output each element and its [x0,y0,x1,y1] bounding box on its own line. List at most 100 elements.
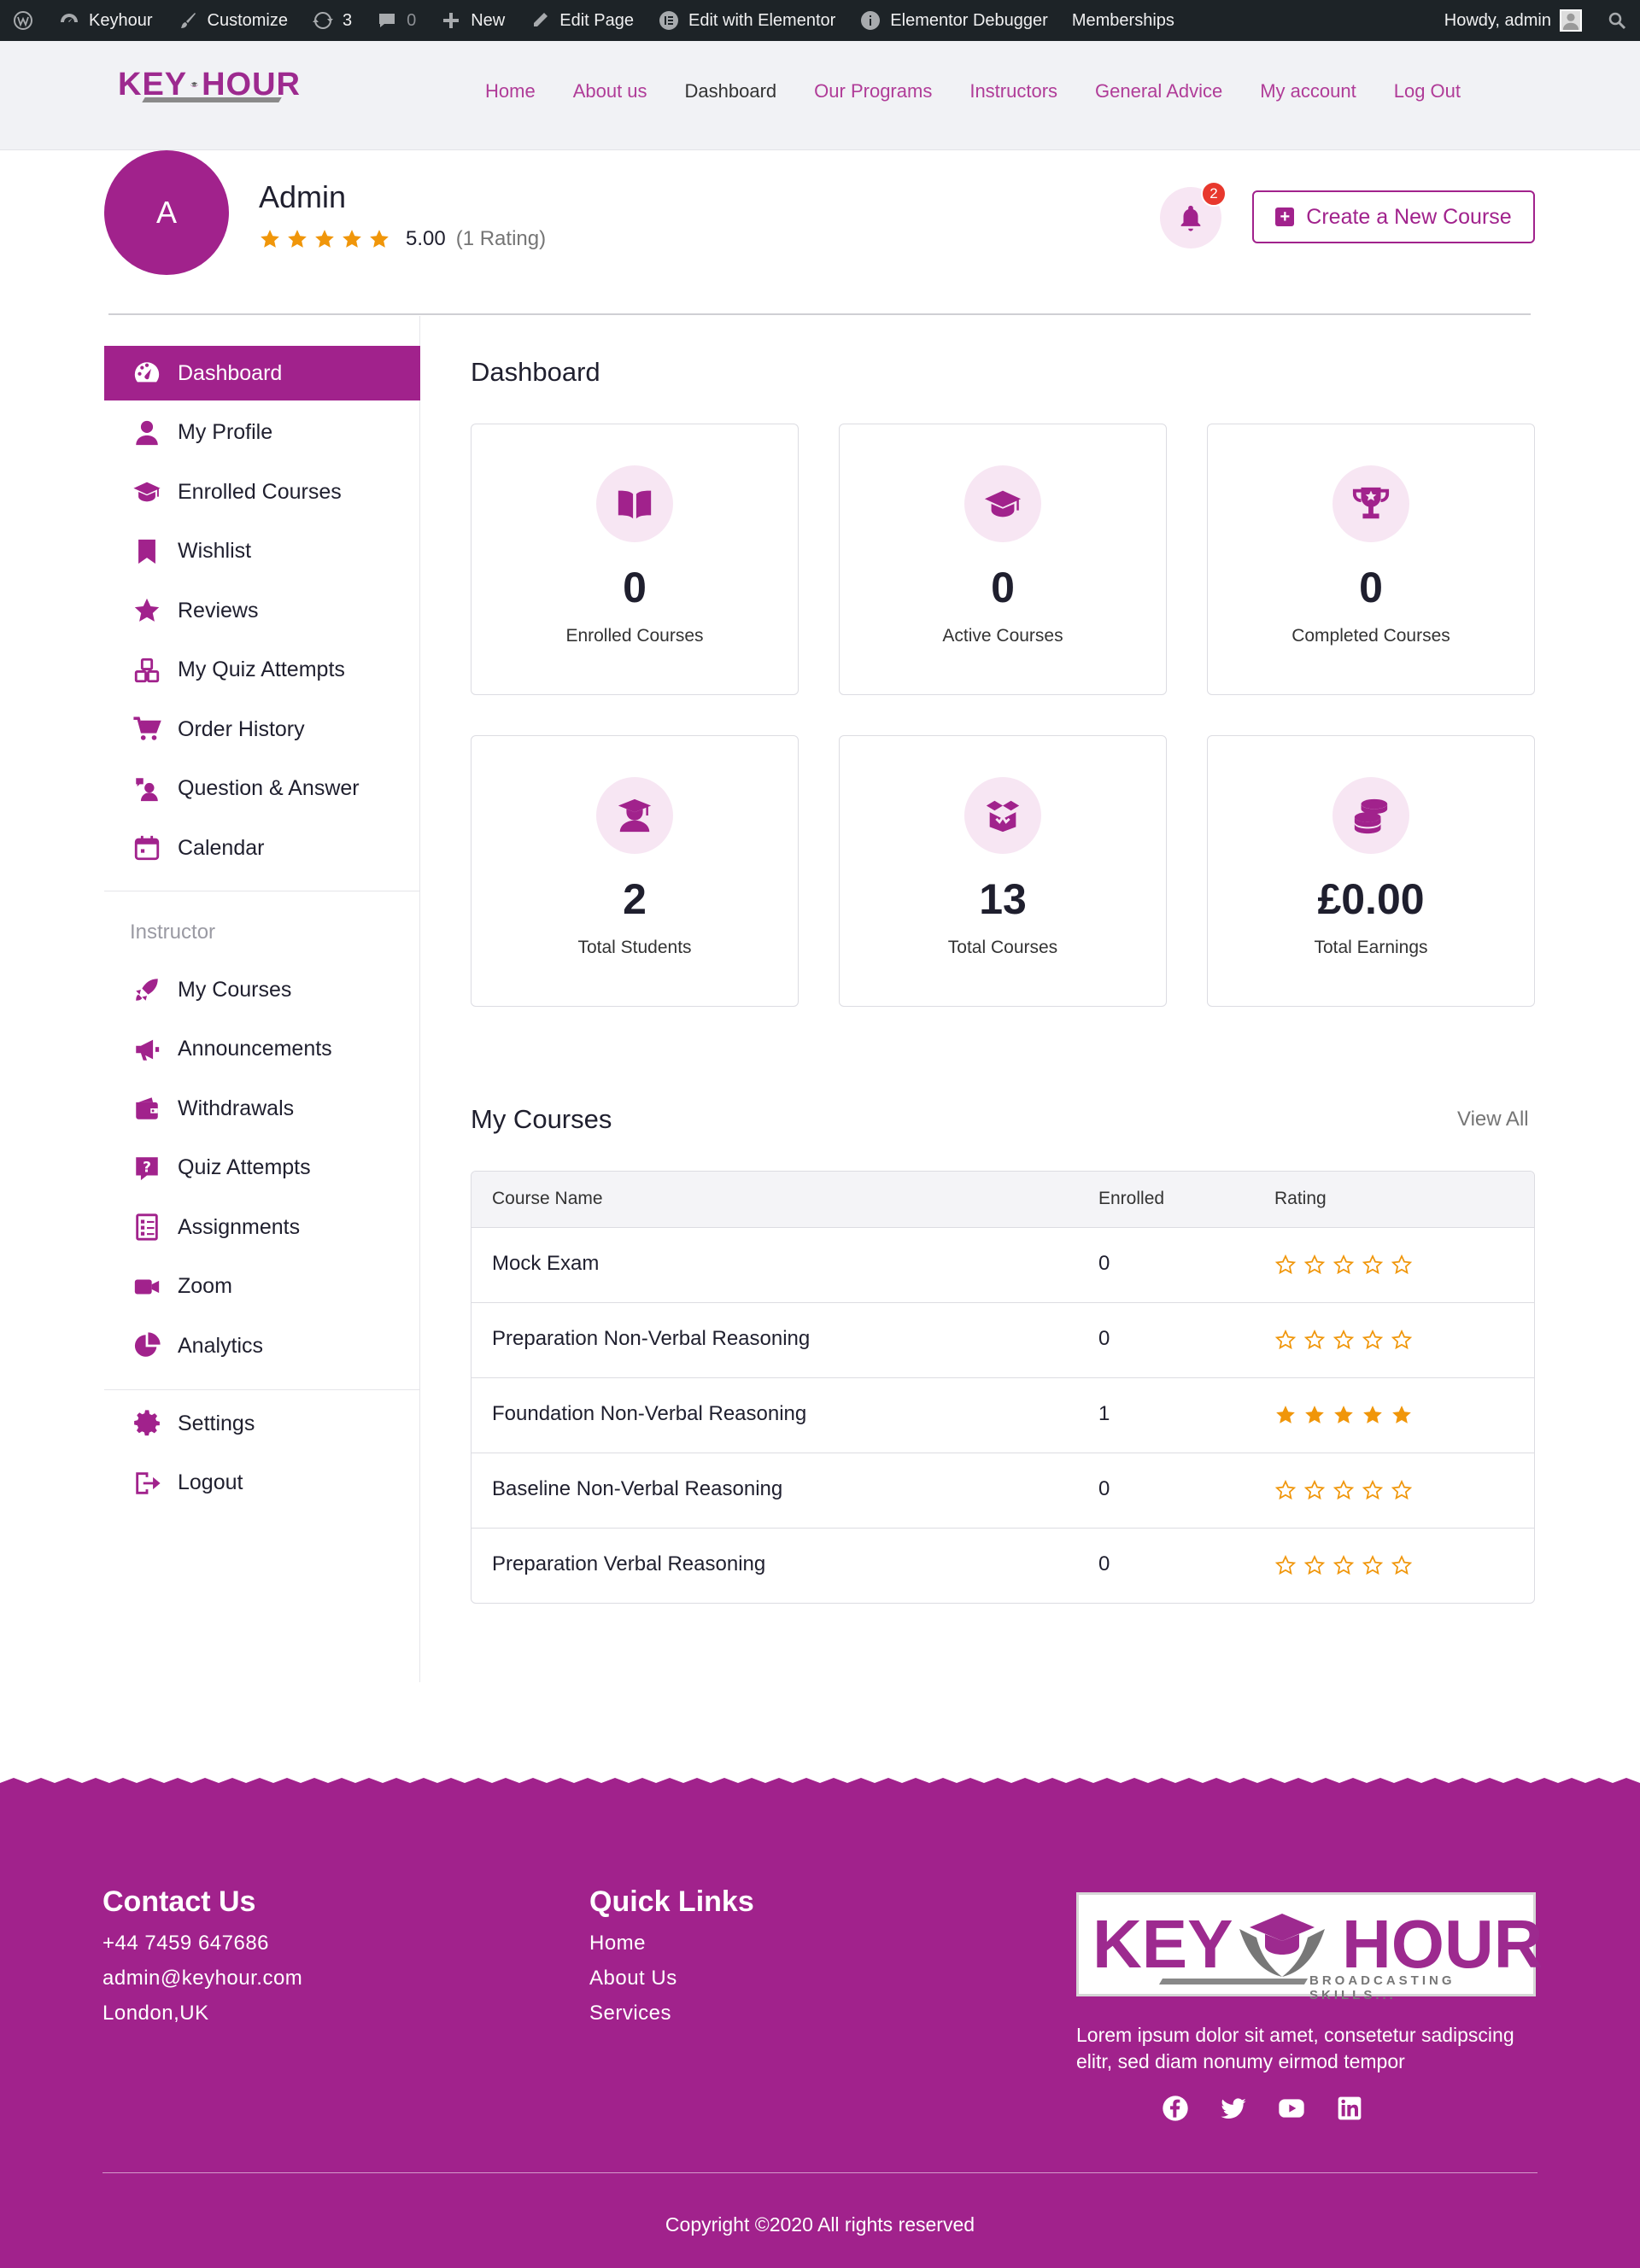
contact-location: London,UK [102,2002,209,2025]
star-empty-icon [1274,1479,1297,1500]
sidebar-item-enrolled-courses[interactable]: Enrolled Courses [104,465,420,519]
elementor-debugger-link[interactable]: Elementor Debugger [847,0,1060,41]
nav-about-us[interactable]: About us [554,79,666,104]
wordpress-logo-button[interactable] [0,0,46,41]
sidebar-item-quiz-attempts[interactable]: ? Quiz Attempts [104,1141,420,1195]
star-filled-icon [315,230,334,248]
star-empty-icon [1332,1479,1355,1500]
course-name-link[interactable]: Preparation Non-Verbal Reasoning [492,1327,810,1351]
stat-card-total-students: 2 Total Students [471,735,799,1007]
course-name-link[interactable]: Preparation Verbal Reasoning [492,1552,765,1576]
profile-avatar: A [104,150,229,275]
nav-log-out[interactable]: Log Out [1375,79,1479,104]
nav-our-programs[interactable]: Our Programs [795,79,951,104]
plus-icon [440,9,462,32]
stat-card-total-courses: 13 Total Courses [839,735,1167,1007]
sidebar-item-announcements[interactable]: Announcements [104,1022,420,1077]
site-name-link[interactable]: Keyhour [46,0,165,41]
assignments-icon [136,1213,158,1241]
sidebar-item-order-history[interactable]: Order History [104,702,420,757]
star-filled-icon [370,230,389,248]
course-name-link[interactable]: Baseline Non-Verbal Reasoning [492,1477,782,1501]
contact-phone[interactable]: +44 7459 647686 [102,1932,269,1955]
rating-value: 5.00 [406,227,446,250]
sidebar-item-label: Assignments [178,1214,301,1239]
memberships-label: Memberships [1071,10,1174,30]
admin-search-button[interactable] [1594,0,1640,41]
sidebar-item-dashboard[interactable]: Dashboard [104,346,420,400]
star-empty-icon [1332,1254,1355,1275]
customize-link[interactable]: Customize [165,0,300,41]
rating-count: (1 Rating) [455,227,547,250]
book-icon [618,490,652,519]
sidebar-item-label: Logout [178,1470,243,1494]
course-name-link[interactable]: Foundation Non-Verbal Reasoning [492,1402,806,1426]
sidebar-item-question-and-answer[interactable]: Question & Answer [104,762,420,816]
nav-home[interactable]: Home [466,79,554,104]
comments-link[interactable]: 0 [364,0,428,41]
memberships-link[interactable]: Memberships [1060,0,1186,41]
nav-instructors[interactable]: Instructors [951,79,1076,104]
new-content-link[interactable]: New [428,0,517,41]
my-account-link[interactable]: Howdy, admin [1432,0,1594,41]
dashboard-title: Dashboard [471,357,600,387]
sidebar-item-settings[interactable]: Settings [104,1396,420,1451]
updates-link[interactable]: 3 [300,0,364,41]
nav-my-account[interactable]: My account [1241,79,1375,104]
nav-dashboard[interactable]: Dashboard [666,79,796,104]
footer-link-home[interactable]: Home [589,1932,646,1955]
twitter-link[interactable] [1220,2095,1247,2122]
footer-link-services[interactable]: Services [589,2002,671,2025]
edit-elementor-link[interactable]: Edit with Elementor [646,0,847,41]
footer-description: Lorem ipsum dolor sit amet, consetetur s… [1076,2024,1514,2072]
youtube-link[interactable] [1278,2095,1305,2122]
profile-name: Admin [259,179,347,214]
sidebar-item-analytics[interactable]: Analytics [104,1318,420,1373]
sidebar-item-reviews[interactable]: Reviews [104,583,420,638]
footer-link-about-us[interactable]: About Us [589,1967,677,1990]
sidebar-item-label: Withdrawals [178,1096,295,1120]
linkedin-link[interactable] [1336,2095,1363,2122]
sidebar-item-label: Calendar [178,835,265,860]
stat-label: Total Earnings [1314,938,1428,957]
star-filled-icon [1392,1406,1411,1423]
course-rating [1274,1479,1413,1501]
sidebar-item-withdrawals[interactable]: Withdrawals [104,1081,420,1136]
stat-label: Enrolled Courses [565,626,704,646]
sidebar-item-label: Announcements [178,1037,332,1061]
create-new-course-button[interactable]: + Create a New Course [1252,190,1535,243]
star-filled-icon [343,230,361,248]
sidebar-item-wishlist[interactable]: Wishlist [104,524,420,579]
sidebar-item-my-courses[interactable]: My Courses [104,962,420,1017]
sidebar-item-assignments[interactable]: Assignments [104,1200,420,1254]
view-all-link[interactable]: View All [1457,1108,1529,1131]
sidebar-item-my-profile[interactable]: My Profile [104,406,420,460]
contact-email[interactable]: admin@keyhour.com [102,1967,302,1990]
sidebar-item-calendar[interactable]: Calendar [104,821,420,875]
sidebar-item-zoom[interactable]: Zoom [104,1260,420,1314]
edit-page-link[interactable]: Edit Page [517,0,646,41]
facebook-link[interactable] [1162,2095,1189,2122]
star-filled-icon [1305,1406,1324,1423]
instructor-heading: Instructor [130,921,216,944]
svg-text:?: ? [143,1159,151,1176]
stat-label: Completed Courses [1292,626,1450,646]
stat-value: 0 [623,564,647,611]
question-answer-icon [136,777,158,801]
course-name-link[interactable]: Mock Exam [492,1252,599,1276]
profile-rating: 5.00 (1 Rating) [259,227,546,251]
sidebar-item-my-quiz-attempts[interactable]: My Quiz Attempts [104,643,420,698]
star-empty-icon [1274,1254,1297,1275]
dashboard-icon [58,9,80,32]
stat-label: Total Courses [947,938,1058,957]
table-row: Mock Exam 0 [472,1228,1534,1303]
sidebar-item-logout[interactable]: Logout [104,1456,420,1511]
sidebar-item-label: Enrolled Courses [178,479,342,504]
stat-value: 2 [623,875,647,923]
rating-stars [259,228,390,250]
sidebar-item-label: Order History [178,716,305,741]
course-rating [1274,1329,1413,1351]
site-logo[interactable]: KEY HOUR [118,65,301,104]
nav-general-advice[interactable]: General Advice [1076,79,1241,104]
my-courses-title: My Courses [471,1104,612,1134]
